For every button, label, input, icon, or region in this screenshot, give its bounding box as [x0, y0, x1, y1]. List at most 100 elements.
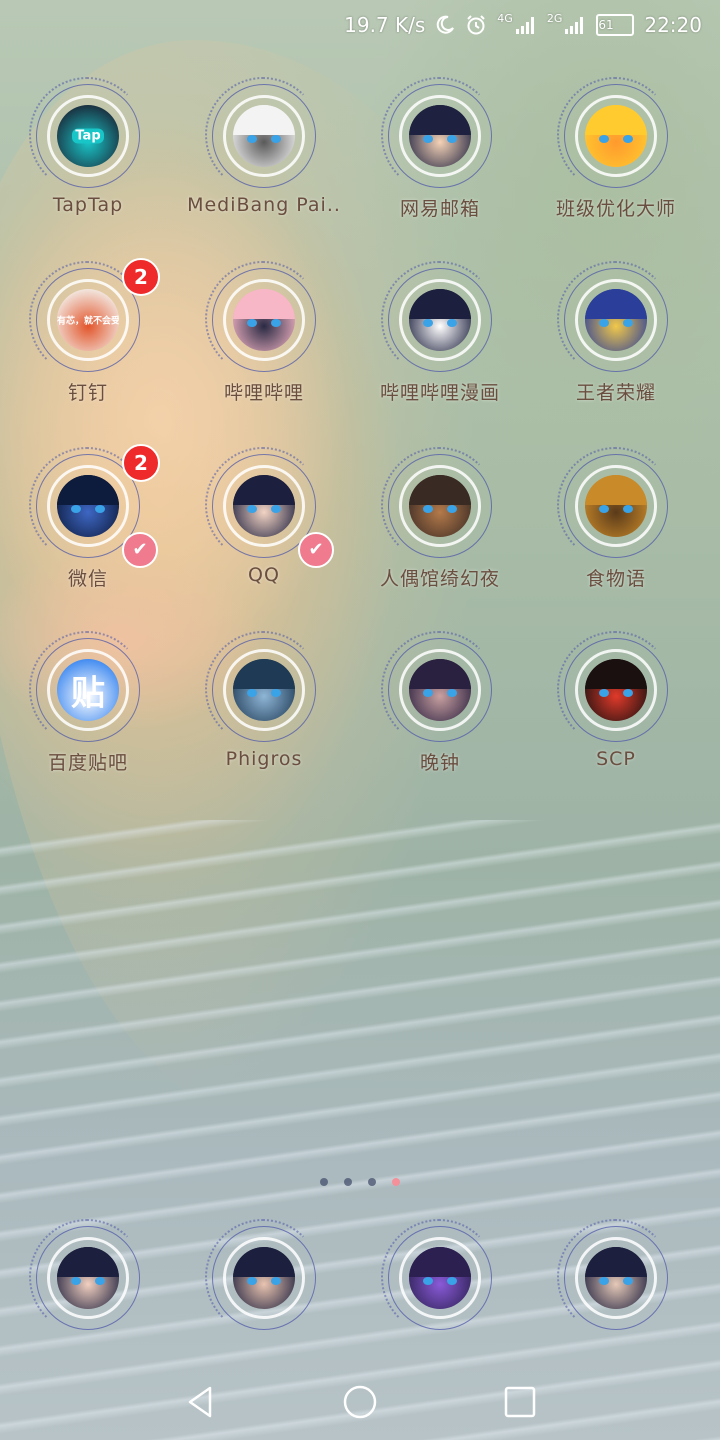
app-scp[interactable]: SCP [528, 631, 704, 808]
app-food-fantasy[interactable]: 食物语 [528, 447, 704, 624]
dock-app-3-icon [409, 1247, 471, 1309]
avatar-eye [247, 505, 257, 513]
avatar-eye [623, 689, 633, 697]
taptap-icon: Tap [57, 105, 119, 167]
avatar-eye [247, 1277, 257, 1285]
avatar-hair [409, 659, 471, 689]
app-baidu-tieba[interactable]: 贴百度贴吧 [0, 631, 176, 808]
avatar-eye [599, 135, 609, 143]
app-honor-of-kings[interactable]: 王者荣耀 [528, 261, 704, 438]
navigation-bar [0, 1370, 720, 1430]
dock-app-4-icon [585, 1247, 647, 1309]
icon-text: Tap [72, 128, 104, 144]
shield-check-icon: ✔ [298, 532, 334, 568]
avatar-eye [447, 1277, 457, 1285]
app-class-master[interactable]: 班级优化大师 [528, 77, 704, 254]
dock-dock-app-4[interactable] [528, 1219, 704, 1336]
avatar-eye [623, 505, 633, 513]
icon-text: 贴 [71, 673, 105, 714]
app-phigros[interactable]: Phigros [176, 631, 352, 808]
app-label: 哔哩哔哩 [223, 382, 304, 404]
wechat-icon [57, 475, 119, 537]
dock-dock-app-3[interactable] [352, 1219, 528, 1336]
doll-house-icon [409, 475, 471, 537]
signal-icon [515, 15, 537, 35]
app-evening-bell[interactable]: 晚钟 [352, 631, 528, 808]
avatar-hair [585, 289, 647, 319]
app-taptap[interactable]: Tap TapTap [0, 77, 176, 254]
avatar-hair [409, 105, 471, 135]
avatar-hair [409, 289, 471, 319]
dingtalk-icon: 有芯，就不会受 [57, 289, 119, 351]
avatar-hair [233, 105, 295, 135]
avatar-eye [247, 319, 257, 327]
avatar-eye [271, 319, 281, 327]
dock-dock-app-1[interactable] [0, 1219, 176, 1336]
app-label: 人偶馆绮幻夜 [379, 568, 500, 590]
avatar-eye [423, 135, 433, 143]
avatar-eye [447, 505, 457, 513]
avatar-hair [585, 105, 647, 135]
bilibili-icon [233, 289, 295, 351]
honor-of-kings-icon [585, 289, 647, 351]
avatar-hair [57, 1247, 119, 1277]
evening-bell-icon [409, 659, 471, 721]
alarm-icon [465, 14, 487, 36]
status-bar: 19.7 K/s 4G 2G 61 22:20 [0, 0, 720, 50]
icon-text: 有芯，就不会受 [57, 316, 119, 327]
app-bilibili-comics[interactable]: 哔哩哔哩漫画 [352, 261, 528, 438]
app-medibang[interactable]: MediBang Pai.. [176, 77, 352, 254]
battery-icon: 61 [596, 14, 635, 36]
app-label: QQ [248, 564, 280, 586]
avatar-eye [247, 135, 257, 143]
app-label: MediBang Pai.. [187, 194, 341, 216]
avatar-eye [271, 135, 281, 143]
home-screen: 19.7 K/s 4G 2G 61 22:20 Tap TapTap MediBan… [0, 0, 720, 1440]
recents-icon[interactable] [500, 1382, 540, 1422]
app-label: 班级优化大师 [555, 198, 676, 220]
page-dot[interactable] [392, 1178, 400, 1186]
page-dot[interactable] [368, 1178, 376, 1186]
page-indicator [0, 1178, 720, 1186]
dock-dock-app-2[interactable] [176, 1219, 352, 1336]
avatar-eye [623, 1277, 633, 1285]
app-label: 晚钟 [419, 752, 460, 774]
home-icon[interactable] [340, 1382, 380, 1422]
avatar-eye [423, 319, 433, 327]
avatar-hair [585, 1247, 647, 1277]
back-icon[interactable] [180, 1382, 220, 1422]
dock-app-2-icon [233, 1247, 295, 1309]
medibang-icon [233, 105, 295, 167]
notification-badge: 2 [122, 258, 160, 296]
network-speed: 19.7 K/s [344, 13, 426, 37]
moon-icon [435, 15, 455, 35]
app-bilibili[interactable]: 哔哩哔哩 [176, 261, 352, 438]
app-netease-mail[interactable]: 网易邮箱 [352, 77, 528, 254]
app-wechat[interactable]: 微信 2 ✔ [0, 444, 176, 624]
app-label: 百度贴吧 [47, 752, 128, 774]
avatar-eye [623, 319, 633, 327]
app-doll-house[interactable]: 人偶馆绮幻夜 [352, 447, 528, 624]
page-dot[interactable] [344, 1178, 352, 1186]
app-label: 王者荣耀 [575, 382, 656, 404]
page-dot[interactable] [320, 1178, 328, 1186]
wallpaper-water [0, 820, 720, 1440]
app-label: 钉钉 [67, 382, 108, 404]
clock: 22:20 [644, 13, 702, 37]
avatar-eye [423, 505, 433, 513]
app-qq[interactable]: QQ ✔ [176, 447, 352, 624]
app-label: 食物语 [585, 568, 646, 590]
app-dingtalk[interactable]: 有芯，就不会受钉钉 2 [0, 258, 176, 438]
avatar-hair [233, 1247, 295, 1277]
avatar-hair [409, 1247, 471, 1277]
avatar-eye [447, 319, 457, 327]
netease-mail-icon [409, 105, 471, 167]
bilibili-comics-icon [409, 289, 471, 351]
avatar-eye [423, 1277, 433, 1285]
app-label: 微信 [67, 568, 108, 590]
avatar-eye [271, 505, 281, 513]
avatar-eye [599, 689, 609, 697]
avatar-eye [423, 689, 433, 697]
avatar-eye [447, 689, 457, 697]
signal-icon [564, 15, 586, 35]
